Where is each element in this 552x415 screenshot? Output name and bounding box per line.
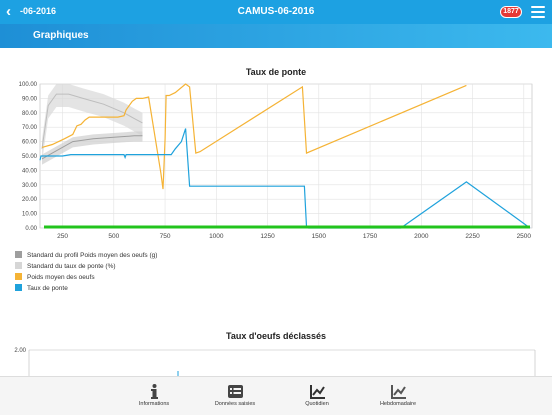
chart2-title: Taux d'oeufs déclassés xyxy=(225,331,326,341)
chart1-y-tick: 20.00 xyxy=(22,197,38,203)
chart1-y-tick: 0.00 xyxy=(25,226,37,232)
chart1-x-tick: 1000 xyxy=(209,233,224,240)
legend-item[interactable]: Standard du profil Poids moyen des oeufs… xyxy=(15,251,157,262)
legend-item[interactable]: Poids moyen des oeufs xyxy=(15,273,157,284)
chart1-y-tick: 80.00 xyxy=(22,111,38,117)
chart1-x-tick: 750 xyxy=(160,233,171,240)
line-chart-icon xyxy=(277,383,357,400)
legend-swatch xyxy=(15,273,22,280)
page-title: CAMUS-06-2016 xyxy=(237,6,315,17)
chart1-y-tick: 10.00 xyxy=(22,212,38,218)
nav-quotidien[interactable]: Quotidien xyxy=(277,383,357,407)
chart1-x-tick: 2500 xyxy=(517,233,532,240)
info-icon xyxy=(114,383,194,400)
list-icon xyxy=(195,383,275,400)
nav-hebdomadaire[interactable]: Hebdomadaire xyxy=(358,383,438,407)
nav-label: Données saisies xyxy=(214,401,256,407)
nav-informations[interactable]: Informations xyxy=(114,383,194,407)
section-bar: Graphiques xyxy=(0,24,552,48)
legend-label: Poids moyen des oeufs xyxy=(27,274,95,281)
legend-swatch xyxy=(15,251,22,258)
chart1-x-tick: 1750 xyxy=(363,233,378,240)
chart1-x-tick: 250 xyxy=(57,233,68,240)
chart1-y-tick: 30.00 xyxy=(22,183,38,189)
chart1-x-tick: 2250 xyxy=(465,233,480,240)
chart1-y-tick: 90.00 xyxy=(22,96,38,102)
legend-item[interactable]: Taux de ponte xyxy=(15,284,157,295)
nav-label: Hebdomadaire xyxy=(379,401,417,407)
chart1-y-tick: 50.00 xyxy=(22,154,38,160)
notification-badge[interactable]: 1877 xyxy=(500,6,522,18)
chart1-y-tick: 40.00 xyxy=(22,168,38,174)
nav-label: Quotidien xyxy=(305,401,329,407)
chart1-x-tick: 1250 xyxy=(260,233,275,240)
chart1-y-tick: 100.00 xyxy=(19,82,38,88)
chart-legend: Standard du profil Poids moyen des oeufs… xyxy=(15,251,157,295)
top-bar: ‹ -06-2016 CAMUS-06-2016 1877 xyxy=(0,0,552,24)
laying-rate-chart: 0.00 10.00 20.00 30.00 40.00 50.00 60.00 70.00 8… xyxy=(19,82,533,240)
nav-label: Informations xyxy=(138,401,170,407)
bottom-navigation: Informations Données saisies Quotidien H… xyxy=(0,376,552,415)
downgraded-eggs-chart: 2.00 xyxy=(14,348,536,376)
legend-label: Taux de ponte xyxy=(27,285,68,292)
chart1-x-tick: 500 xyxy=(108,233,119,240)
line-chart-icon xyxy=(358,383,438,400)
chart2-y-tick: 2.00 xyxy=(14,348,26,354)
legend-swatch xyxy=(15,262,22,269)
nav-donnees-saisies[interactable]: Données saisies xyxy=(195,383,275,407)
chart1-x-tick: 2000 xyxy=(414,233,429,240)
chart1-y-tick: 60.00 xyxy=(22,140,38,146)
section-title: Graphiques xyxy=(33,30,89,41)
legend-swatch xyxy=(15,284,22,291)
chart1-title: Taux de ponte xyxy=(245,67,307,77)
chart1-y-tick: 70.00 xyxy=(22,125,38,131)
chart1-x-tick: 1500 xyxy=(312,233,327,240)
legend-item[interactable]: Standard du taux de ponte (%) xyxy=(15,262,157,273)
legend-label: Standard du taux de ponte (%) xyxy=(27,263,116,270)
legend-label: Standard du profil Poids moyen des oeufs… xyxy=(27,252,158,259)
hamburger-menu-icon[interactable] xyxy=(531,6,545,18)
